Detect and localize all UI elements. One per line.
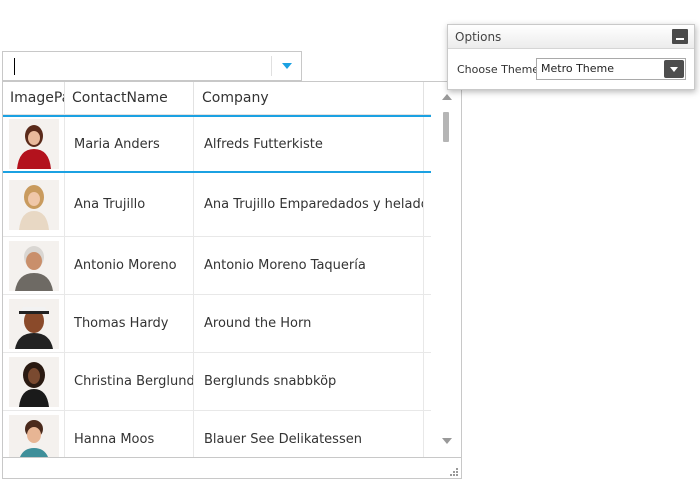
theme-dropdown[interactable]: Metro Theme — [536, 58, 686, 80]
options-header: Options — [448, 25, 694, 49]
table-row[interactable]: Hanna Moos Blauer See Delikatessen — [3, 411, 431, 457]
combo-dropdown-button[interactable] — [273, 52, 301, 80]
resize-grip-icon[interactable] — [450, 468, 458, 476]
column-header-imagepath[interactable]: ImagePath — [3, 82, 64, 114]
theme-selected-value: Metro Theme — [541, 62, 615, 75]
company-cell: Alfreds Futterkiste — [193, 117, 423, 171]
person-photo-icon — [8, 240, 59, 291]
row-filler — [423, 117, 431, 171]
row-filler — [423, 295, 431, 352]
image-cell — [3, 295, 64, 352]
row-filler — [423, 411, 431, 457]
column-header-company[interactable]: Company — [193, 82, 423, 114]
minimize-icon[interactable] — [672, 29, 688, 44]
company-cell: Blauer See Delikatessen — [193, 411, 423, 457]
vertical-scrollbar[interactable] — [433, 82, 461, 457]
row-filler — [423, 237, 431, 294]
column-header-filler — [423, 82, 431, 114]
contact-name-cell: Christina Berglund — [64, 353, 193, 410]
company-cell: Antonio Moreno Taquería — [193, 237, 423, 294]
image-cell — [3, 237, 64, 294]
options-panel: Options Choose Theme: Metro Theme — [447, 24, 695, 90]
person-photo-icon — [8, 414, 59, 457]
table-row[interactable]: Christina Berglund Berglunds snabbköp — [3, 353, 431, 411]
company-cell: Ana Trujillo Emparedados y helados — [193, 173, 423, 236]
person-photo-icon — [8, 356, 59, 407]
table-row[interactable]: Ana Trujillo Ana Trujillo Emparedados y … — [3, 173, 431, 237]
row-filler — [423, 173, 431, 236]
table-row[interactable]: Antonio Moreno Antonio Moreno Taquería — [3, 237, 431, 295]
image-cell — [3, 173, 64, 236]
image-cell — [3, 353, 64, 410]
image-cell — [3, 411, 64, 457]
table-row[interactable]: Maria Anders Alfreds Futterkiste — [3, 115, 431, 173]
contact-name-cell: Thomas Hardy — [64, 295, 193, 352]
company-cell: Around the Horn — [193, 295, 423, 352]
grid-rows: Maria Anders Alfreds Futterkiste Ana Tru… — [3, 115, 431, 457]
person-photo-icon — [8, 119, 59, 169]
text-caret — [14, 58, 15, 75]
contact-name-cell: Maria Anders — [64, 117, 193, 171]
table-row[interactable]: Thomas Hardy Around the Horn — [3, 295, 431, 353]
scroll-up-icon[interactable] — [442, 94, 452, 100]
column-header-contactname[interactable]: ContactName — [64, 82, 193, 114]
image-cell — [3, 117, 64, 171]
options-title: Options — [455, 30, 502, 44]
contact-name-cell: Ana Trujillo — [64, 173, 193, 236]
row-filler — [423, 353, 431, 410]
dropdown-grid: ImagePath ContactName Company Maria Ande… — [2, 81, 462, 479]
theme-label: Choose Theme: — [457, 63, 543, 76]
company-cell: Berglunds snabbköp — [193, 353, 423, 410]
chevron-down-icon[interactable] — [664, 60, 684, 78]
person-photo-icon — [8, 298, 59, 349]
scroll-down-icon[interactable] — [442, 438, 452, 444]
triangle-down-icon — [282, 63, 292, 69]
grid-header: ImagePath ContactName Company — [3, 82, 431, 115]
person-photo-icon — [8, 179, 59, 230]
contact-name-cell: Antonio Moreno — [64, 237, 193, 294]
combo-text-input[interactable] — [3, 52, 271, 80]
combo-separator — [271, 56, 272, 76]
scrollbar-thumb[interactable] — [443, 112, 449, 142]
contact-name-cell: Hanna Moos — [64, 411, 193, 457]
grid-footer — [3, 457, 461, 478]
multicolumn-combo[interactable] — [2, 51, 302, 81]
